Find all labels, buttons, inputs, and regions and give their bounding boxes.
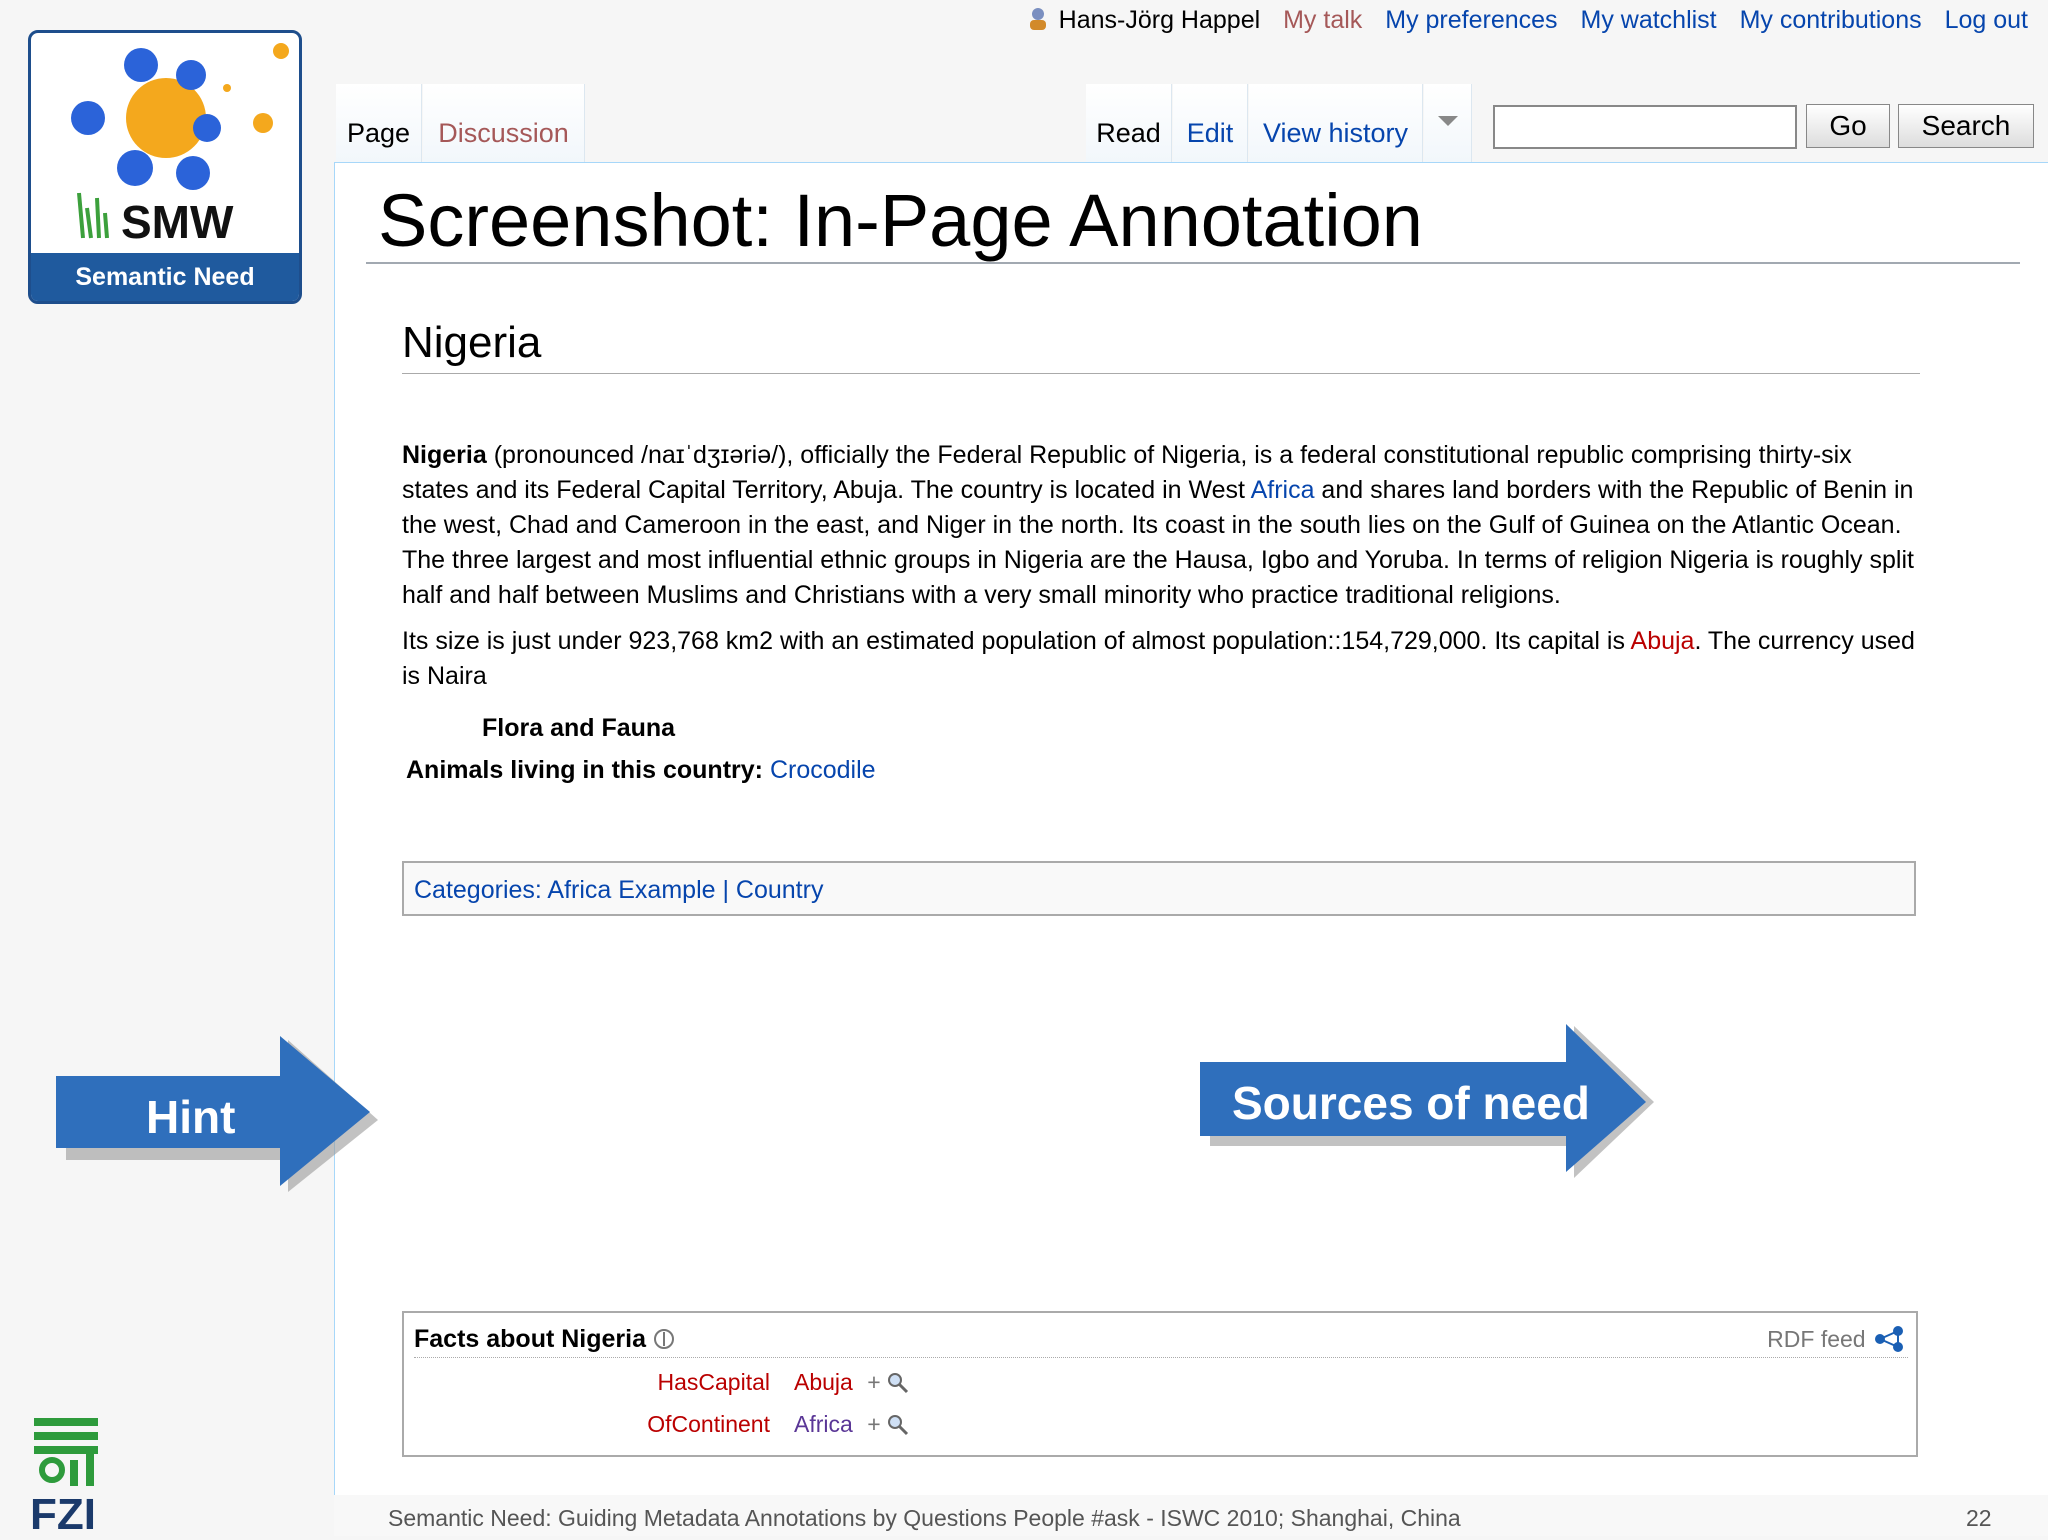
tab-view-history[interactable]: View history: [1249, 84, 1423, 162]
section-heading: Flora and Fauna: [482, 714, 676, 742]
africa-link[interactable]: Africa: [1251, 476, 1315, 504]
tab-discussion[interactable]: Discussion: [423, 84, 585, 162]
page-title: Nigeria: [402, 318, 542, 367]
logout-link[interactable]: Log out: [1945, 6, 2028, 34]
size-paragraph: Its size is just under 923,768 km2 with …: [402, 624, 1922, 694]
search-input[interactable]: [1493, 105, 1797, 149]
tab-edit[interactable]: Edit: [1173, 84, 1248, 162]
actions-dropdown[interactable]: [1424, 84, 1472, 162]
abuja-link[interactable]: Abuja: [1631, 627, 1695, 655]
slide-number: 22: [1966, 1505, 1992, 1531]
fzi-logo: FZI: [30, 1414, 110, 1539]
slide-footer: Semantic Need: Guiding Metadata Annotati…: [388, 1505, 1461, 1531]
rdf-feed-icon: [1875, 1326, 1903, 1352]
logo-caption: Semantic Need: [31, 253, 299, 301]
crocodile-link[interactable]: Crocodile: [770, 756, 876, 784]
fzi-text: FZI: [30, 1490, 96, 1539]
fact-value-link[interactable]: Abuja: [794, 1369, 853, 1395]
fact-value-row: Abuja +: [794, 1369, 909, 1396]
animals-row: Animals living in this country: Crocodil…: [406, 756, 876, 785]
magnifier-icon[interactable]: [887, 1372, 909, 1394]
factbox-title: Facts about Nigeria: [414, 1325, 675, 1354]
my-talk-link[interactable]: My talk: [1283, 6, 1362, 34]
intro-paragraph: Nigeria (pronounced /naɪˈdʒɪəriə/), offi…: [402, 438, 1922, 613]
user-icon: [1029, 8, 1046, 30]
content-area: [334, 162, 2048, 1499]
my-contributions-link[interactable]: My contributions: [1740, 6, 1922, 34]
chevron-down-icon: [1438, 116, 1458, 126]
hint-label: Hint: [146, 1091, 236, 1143]
info-icon[interactable]: [653, 1328, 675, 1350]
fact-property-link[interactable]: HasCapital: [570, 1369, 771, 1396]
fzi-logo-icon: [34, 1418, 98, 1486]
factbox-title-text: Facts about Nigeria: [414, 1325, 646, 1353]
rdf-feed-label: RDF feed: [1767, 1326, 1866, 1352]
logo-smw-text: SMW: [121, 196, 234, 248]
rdf-feed-link[interactable]: RDF feed: [1767, 1325, 1906, 1353]
slide-title: Screenshot: In-Page Annotation: [378, 179, 1423, 262]
animals-label: Animals living in this country:: [406, 756, 763, 784]
fact-value-row: Africa +: [794, 1411, 909, 1438]
factbox: Facts about Nigeria RDF feed HasCapital …: [402, 1311, 1918, 1457]
heading-divider: [402, 373, 1920, 374]
my-preferences-link[interactable]: My preferences: [1385, 6, 1557, 34]
paragraph-text: Its size is just under 923,768 km2 with …: [402, 627, 1631, 655]
site-logo[interactable]: SMW Semantic Need: [28, 30, 302, 304]
magnifier-icon[interactable]: [887, 1414, 909, 1436]
fact-plus: +: [867, 1411, 881, 1437]
fact-plus: +: [867, 1369, 881, 1395]
fact-property-link[interactable]: OfContinent: [570, 1411, 770, 1438]
bold-term: Nigeria: [402, 441, 487, 469]
sources-label: Sources of need: [1232, 1077, 1590, 1129]
go-button[interactable]: Go: [1806, 104, 1890, 148]
personal-tools: Hans-Jörg Happel My talk My preferences …: [1028, 6, 2028, 35]
factbox-divider: [414, 1357, 1908, 1358]
my-watchlist-link[interactable]: My watchlist: [1581, 6, 1717, 34]
user-link[interactable]: Hans-Jörg Happel: [1059, 6, 1261, 34]
fact-value-link[interactable]: Africa: [794, 1411, 853, 1437]
title-divider: [366, 262, 2020, 264]
tab-read[interactable]: Read: [1086, 84, 1172, 162]
search-button[interactable]: Search: [1898, 104, 2034, 148]
tab-page[interactable]: Page: [336, 84, 422, 162]
categories-box[interactable]: Categories: Africa Example | Country: [402, 861, 1916, 916]
